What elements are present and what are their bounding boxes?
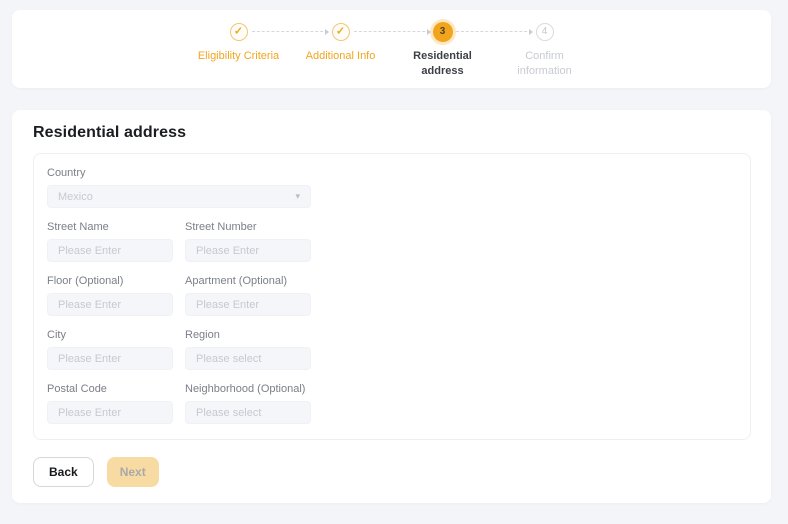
floor-input[interactable] bbox=[47, 293, 173, 316]
floor-label: Floor (Optional) bbox=[47, 275, 173, 287]
country-label: Country bbox=[47, 167, 311, 179]
step-active-circle: 3 bbox=[433, 22, 453, 42]
apartment-input[interactable] bbox=[185, 293, 311, 316]
check-icon: ✓ bbox=[336, 26, 345, 37]
step-number: 3 bbox=[440, 27, 446, 37]
field-region: Region bbox=[185, 329, 311, 370]
step-label-additional-info: Additional Info bbox=[306, 49, 376, 64]
street-name-input[interactable] bbox=[47, 239, 173, 262]
field-postal-code: Postal Code bbox=[47, 383, 173, 424]
field-country: Country Mexico ▾ bbox=[47, 167, 311, 208]
form-actions: Back Next bbox=[33, 457, 159, 487]
step-circle-slot: 3 bbox=[433, 22, 453, 42]
postal-code-input[interactable] bbox=[47, 401, 173, 424]
step-label-residential-address: Residential address bbox=[406, 49, 480, 79]
street-name-label: Street Name bbox=[47, 221, 173, 233]
address-form-panel: Country Mexico ▾ Street Name Street Numb… bbox=[33, 153, 751, 440]
step-label-eligibility-criteria: Eligibility Criteria bbox=[198, 49, 279, 64]
step-completed-circle: ✓ bbox=[230, 23, 248, 41]
postal-code-label: Postal Code bbox=[47, 383, 173, 395]
stepper-connector bbox=[252, 31, 328, 32]
stepper-connector bbox=[456, 31, 532, 32]
stepper: ✓ Eligibility Criteria ✓ Additional Info… bbox=[188, 10, 596, 79]
street-number-input[interactable] bbox=[185, 239, 311, 262]
region-select[interactable] bbox=[185, 347, 311, 370]
field-neighborhood: Neighborhood (Optional) bbox=[185, 383, 311, 424]
back-button[interactable]: Back bbox=[33, 457, 94, 487]
country-select[interactable]: Mexico ▾ bbox=[47, 185, 311, 208]
step-circle-slot: 4 bbox=[536, 22, 554, 42]
city-input[interactable] bbox=[47, 347, 173, 370]
page-title: Residential address bbox=[33, 124, 186, 142]
region-label: Region bbox=[185, 329, 311, 341]
country-value: Mexico bbox=[58, 191, 93, 203]
stepper-card: ✓ Eligibility Criteria ✓ Additional Info… bbox=[12, 10, 771, 88]
next-button[interactable]: Next bbox=[107, 457, 159, 487]
step-upcoming-circle: 4 bbox=[536, 23, 554, 41]
step-circle-slot: ✓ bbox=[332, 22, 350, 42]
field-street-name: Street Name bbox=[47, 221, 173, 262]
step-completed-circle: ✓ bbox=[332, 23, 350, 41]
field-city: City bbox=[47, 329, 173, 370]
field-street-number: Street Number bbox=[185, 221, 311, 262]
neighborhood-label: Neighborhood (Optional) bbox=[185, 383, 311, 395]
field-floor: Floor (Optional) bbox=[47, 275, 173, 316]
chevron-down-icon: ▾ bbox=[295, 192, 300, 201]
street-number-label: Street Number bbox=[185, 221, 311, 233]
field-apartment: Apartment (Optional) bbox=[185, 275, 311, 316]
stepper-connector bbox=[354, 31, 430, 32]
check-icon: ✓ bbox=[234, 26, 243, 37]
form-grid: Country Mexico ▾ Street Name Street Numb… bbox=[34, 154, 750, 437]
apartment-label: Apartment (Optional) bbox=[185, 275, 311, 287]
step-number: 4 bbox=[542, 27, 548, 37]
step-label-confirm-information: Confirm information bbox=[508, 49, 582, 79]
form-card: Residential address Country Mexico ▾ Str… bbox=[12, 110, 771, 503]
neighborhood-select[interactable] bbox=[185, 401, 311, 424]
step-circle-slot: ✓ bbox=[230, 22, 248, 42]
city-label: City bbox=[47, 329, 173, 341]
